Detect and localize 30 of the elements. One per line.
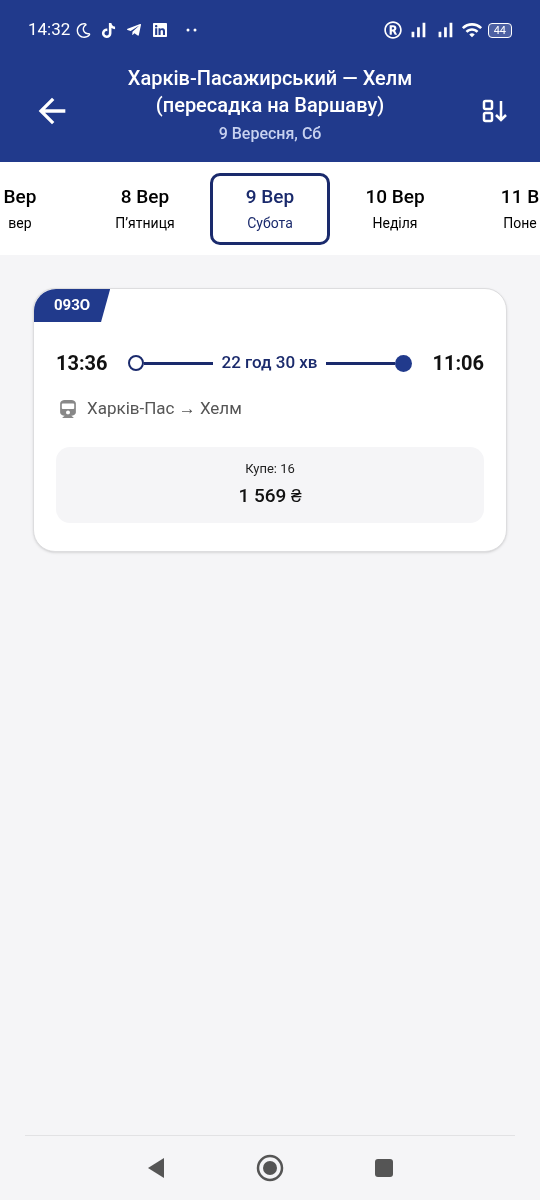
linkedin-icon (152, 22, 169, 38)
train-icon (57, 399, 79, 418)
back-nav-icon[interactable] (146, 1157, 166, 1179)
home-nav-icon[interactable] (256, 1154, 284, 1182)
route-text: Харків-Пас → Хелм (87, 397, 242, 420)
date-tab[interactable]: Вер вер (0, 172, 80, 245)
date-tab[interactable]: 11 В Поне (460, 172, 540, 245)
seat-class: Купе: 16 (245, 460, 295, 478)
battery-icon: 44 (487, 22, 512, 38)
date-tab[interactable]: 8 Вер П’ятниця (85, 172, 205, 245)
date-tab[interactable]: 9 Вер Субота (210, 172, 330, 245)
arrival-time: 11:06 (432, 350, 484, 377)
train-number-badge: 093О (34, 289, 111, 322)
music-note-icon (101, 22, 117, 38)
price: 1 569 ₴ (238, 482, 302, 509)
registered-icon (383, 21, 402, 39)
journey-duration: 22 год 30 хв (220, 351, 319, 375)
route-title: Харків-Пасажирський — Хелм (пересадка на Варшаву) (126, 64, 414, 119)
departure-time: 13:36 (56, 350, 108, 377)
journey-line (325, 361, 396, 365)
date-subtitle: 9 Вересня, Сб (218, 122, 322, 145)
journey-line (143, 361, 214, 365)
dots-icon (186, 28, 199, 32)
recents-nav-icon[interactable] (374, 1158, 394, 1178)
train-card[interactable]: 093О 13:36 22 год 30 хв 11:06 Харків-Пас → Хелм Купе: 16 1 569 ₴ (33, 288, 507, 552)
seat-price-panel[interactable]: Купе: 16 1 569 ₴ (56, 446, 484, 523)
paper-plane-icon (126, 22, 143, 38)
status-time: 14:32 (28, 18, 71, 42)
moon-icon (76, 22, 92, 38)
date-tab[interactable]: 10 Вер Неділя (335, 172, 455, 245)
